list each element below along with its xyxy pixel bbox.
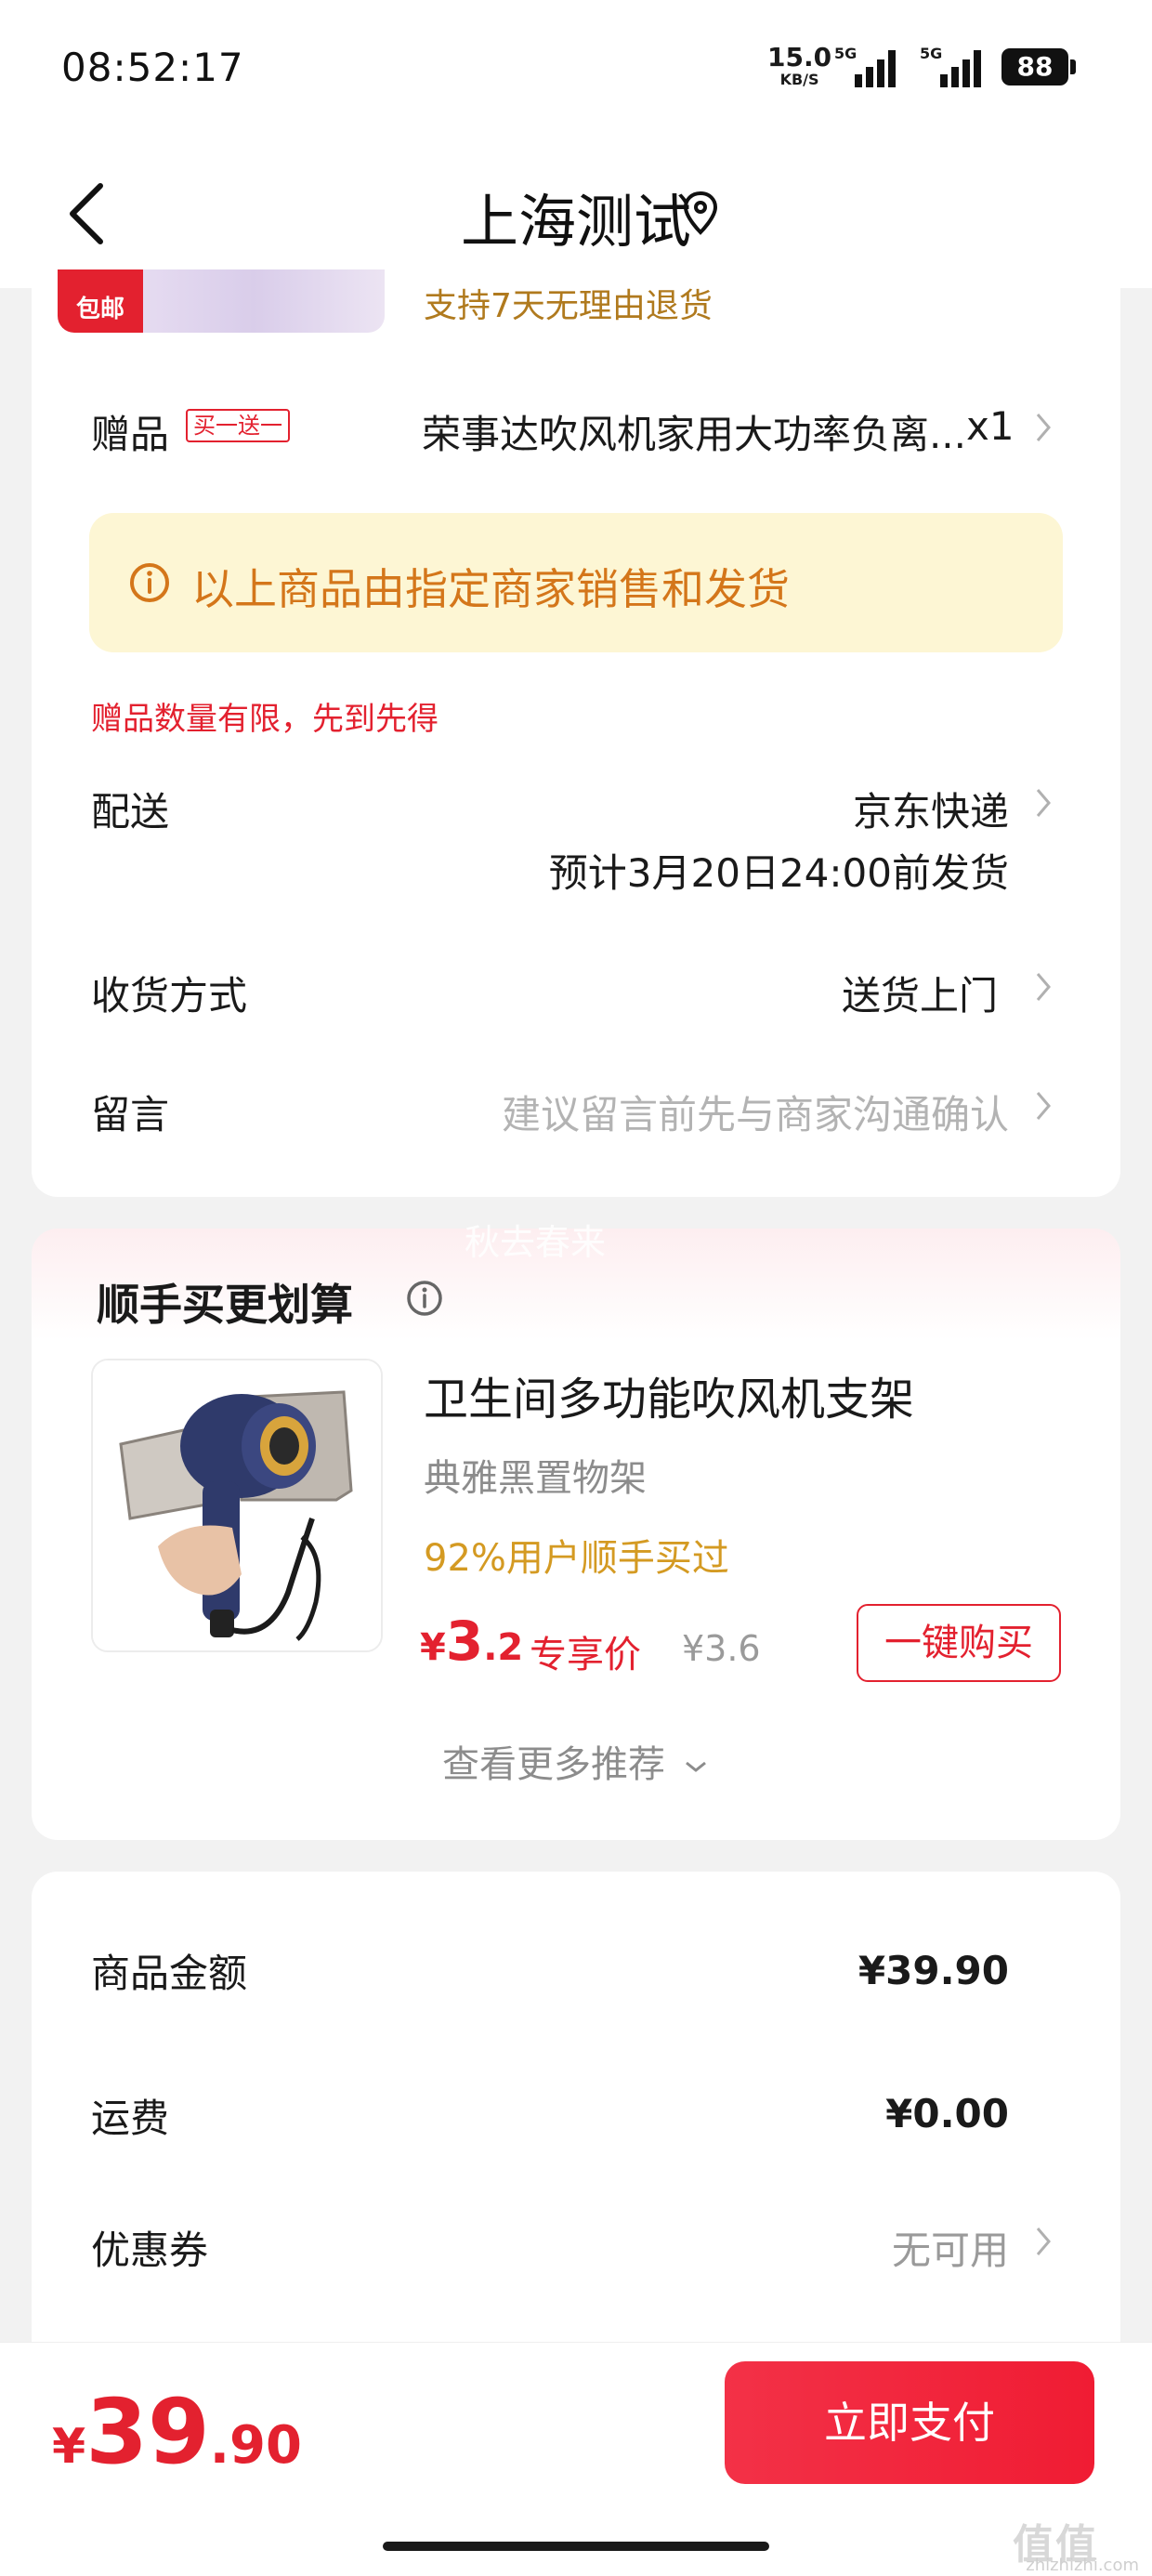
coupon-value[interactable]: 无可用 xyxy=(650,2219,1009,2276)
site-watermark-logo: 值值值 zhizhizhi.com xyxy=(1013,2511,1143,2576)
pay-now-button[interactable]: 立即支付 xyxy=(725,2361,1094,2484)
checkout-footer: ¥39.90 立即支付 xyxy=(0,2342,1152,2576)
receive-method-value[interactable]: 送货上门 xyxy=(557,965,998,1021)
recommend-product-image[interactable] xyxy=(91,1359,383,1652)
recommend-buy-stat: 92%用户顺手买过 xyxy=(424,1537,729,1580)
gift-promo-tag: 买一送一 xyxy=(186,409,290,442)
battery-icon: 88 xyxy=(1001,48,1068,85)
info-icon[interactable] xyxy=(405,1279,444,1318)
original-price: ¥3.6 xyxy=(682,1628,761,1669)
receive-method-label: 收货方式 xyxy=(91,973,248,1019)
recommend-product-variant: 典雅黑置物架 xyxy=(424,1457,647,1500)
recommend-title: 顺手买更划算 xyxy=(97,1280,353,1330)
delivery-eta: 预计3月20日24:00前发货 xyxy=(548,850,1009,896)
goods-amount-value: ¥39.90 xyxy=(857,1948,1009,1993)
exclusive-price-label: 专享价 xyxy=(530,1634,641,1676)
signal-2-icon: 5G xyxy=(920,45,994,87)
signal-2-tag: 5G xyxy=(920,45,943,62)
signal-1-tag: 5G xyxy=(834,45,857,62)
total-price: ¥39.90 xyxy=(52,2380,302,2484)
info-circle-icon xyxy=(130,563,169,602)
total-decimal: .90 xyxy=(209,2415,302,2476)
receive-chevron-icon[interactable] xyxy=(1033,968,1054,1005)
gift-value[interactable]: 荣事达吹风机家用大功率负离... xyxy=(390,403,966,460)
message-chevron-icon[interactable] xyxy=(1033,1087,1054,1124)
page-title: 上海测试 xyxy=(460,188,691,256)
message-label: 留言 xyxy=(91,1092,170,1137)
delivery-chevron-icon[interactable] xyxy=(1033,784,1054,821)
total-symbol: ¥ xyxy=(52,2419,86,2475)
recommend-price: ¥3.2 xyxy=(420,1610,523,1673)
price-integer: 3 xyxy=(445,1610,484,1673)
home-indicator[interactable] xyxy=(383,2542,769,2551)
site-watermark-url: zhizhizhi.com xyxy=(1026,2556,1139,2575)
signal-1-icon: 5G xyxy=(834,45,909,87)
product-thumbnail[interactable]: 包邮 xyxy=(58,269,385,333)
hair-dryer-holder-illustration xyxy=(93,1360,381,1650)
chevron-down-icon xyxy=(685,1761,706,1772)
seller-notice: 以上商品由指定商家销售和发货 xyxy=(89,513,1063,652)
battery-tip xyxy=(1070,59,1076,74)
total-integer: 39 xyxy=(85,2380,210,2484)
net-speed: 15.0 KB/S xyxy=(767,45,831,87)
user-watermark: 秋去春来 xyxy=(465,1222,607,1263)
gift-quantity: x1 xyxy=(966,403,1015,449)
one-click-buy-button[interactable]: 一键购买 xyxy=(857,1604,1061,1682)
gift-limit-notice: 赠品数量有限，先到先得 xyxy=(91,701,439,738)
location-pin-icon[interactable] xyxy=(682,190,719,238)
free-shipping-badge: 包邮 xyxy=(58,269,143,333)
status-time: 08:52:17 xyxy=(61,45,244,90)
more-recommendations-link[interactable]: 查看更多推荐 xyxy=(442,1734,709,1788)
more-recommendations-label: 查看更多推荐 xyxy=(442,1743,665,1786)
delivery-value[interactable]: 京东快递 xyxy=(465,781,1009,837)
battery-level: 88 xyxy=(1016,51,1054,82)
gift-chevron-icon[interactable] xyxy=(1033,409,1054,446)
price-symbol: ¥ xyxy=(420,1626,446,1669)
price-decimal: .2 xyxy=(483,1626,524,1669)
net-speed-unit: KB/S xyxy=(779,71,819,88)
goods-amount-label: 商品金额 xyxy=(91,1951,248,1996)
message-input[interactable]: 建议留言前先与商家沟通确认 xyxy=(390,1084,1009,1140)
shipping-fee-value: ¥0.00 xyxy=(885,2091,1009,2136)
seller-notice-text: 以上商品由指定商家销售和发货 xyxy=(191,564,790,614)
delivery-label: 配送 xyxy=(91,789,170,835)
coupon-label: 优惠券 xyxy=(91,2228,209,2273)
recommend-product-name[interactable]: 卫生间多功能吹风机支架 xyxy=(424,1362,914,1427)
header: 上海测试 xyxy=(0,139,1152,288)
shipping-fee-label: 运费 xyxy=(91,2096,170,2141)
coupon-chevron-icon[interactable] xyxy=(1033,2223,1054,2260)
net-speed-value: 15.0 xyxy=(767,42,832,72)
return-policy: 支持7天无理由退货 xyxy=(424,287,713,325)
gift-label: 赠品 xyxy=(91,412,170,457)
status-bar: 08:52:17 15.0 KB/S 5G 5G 88 xyxy=(0,0,1152,139)
